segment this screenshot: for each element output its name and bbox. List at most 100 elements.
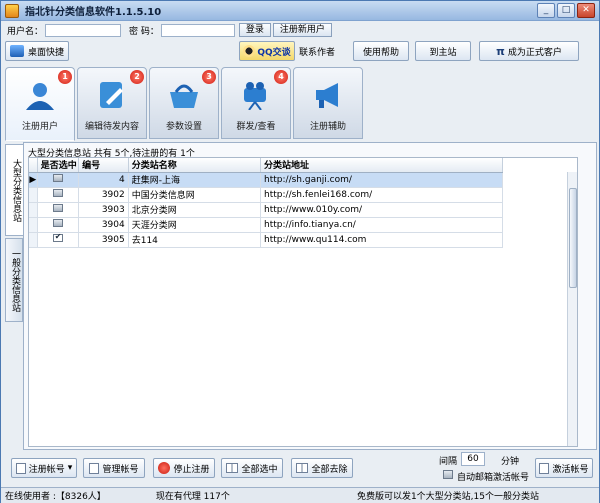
auto-activate-checkbox[interactable]	[443, 470, 453, 479]
stop-register-button[interactable]: 停止注册	[153, 458, 215, 478]
tab-large-sites[interactable]: 大型分类信息站	[5, 144, 23, 236]
login-row: 用户名： 密 码： 登录 注册新用户	[1, 22, 599, 38]
minimize-button[interactable]: _	[537, 3, 555, 18]
site-type-tabs: 大型分类信息站 一般分类信息站	[5, 142, 23, 322]
desktop-shortcut-button[interactable]: 桌面快捷	[5, 41, 69, 61]
pi-icon: π	[496, 44, 505, 58]
register-account-button[interactable]: 注册帐号 ▾	[11, 458, 77, 478]
interval-label: 间隔	[439, 457, 458, 467]
tab-badge: 4	[274, 70, 288, 84]
row-id: 3903	[78, 202, 129, 218]
password-input[interactable]	[160, 23, 235, 37]
row-marker	[29, 217, 38, 233]
row-site-url: http://www.qu114.com	[260, 232, 503, 248]
basket-icon	[170, 84, 198, 108]
tab-settings[interactable]: 3 参数设置	[149, 67, 219, 139]
close-button[interactable]: ✕	[577, 3, 595, 18]
tab-label: 注册辅助	[309, 122, 346, 132]
table-row[interactable]: 3902 中国分类信息网 http://sh.fenlei168.com/	[29, 187, 503, 203]
table-row[interactable]: 3904 天涯分类网 http://info.tianya.cn/	[29, 217, 503, 233]
app-window: 指北针分类信息软件1.1.5.10 _ □ ✕ 用户名： 密 码： 登录 注册新…	[0, 0, 600, 503]
row-site-name: 去114	[128, 232, 262, 248]
scrollbar-thumb[interactable]	[569, 188, 577, 288]
row-checkbox[interactable]	[37, 202, 80, 218]
row-checkbox[interactable]	[37, 172, 80, 188]
row-site-name: 北京分类网	[128, 202, 262, 218]
qq-chat-button[interactable]: QQ交谈	[239, 41, 295, 61]
remove-all-button[interactable]: 全部去除	[291, 458, 353, 478]
col-site-name[interactable]: 分类站名称	[128, 158, 262, 173]
desktop-icon	[9, 45, 24, 57]
tab-label: 注册用户	[21, 122, 58, 132]
row-header-corner	[29, 158, 38, 173]
row-id: 4	[78, 172, 129, 188]
tab-badge: 1	[58, 70, 72, 84]
toolbar: 桌面快捷 QQ交谈 联系作者 使用帮助 到主站 π 成为正式客户	[5, 40, 595, 62]
interval-unit: 分钟	[501, 457, 520, 467]
table-row[interactable]: ▶ 4 赶集网-上海 http://sh.ganji.com/	[29, 172, 503, 188]
document-icon	[15, 462, 26, 474]
goto-site-button[interactable]: 到主站	[415, 41, 471, 61]
row-id: 3902	[78, 187, 129, 203]
interval-spinner[interactable]: 60	[461, 452, 485, 466]
window-title: 指北针分类信息软件1.1.5.10	[25, 7, 162, 18]
title-bar: 指北针分类信息软件1.1.5.10 _ □ ✕	[1, 1, 599, 21]
select-all-button[interactable]: 全部选中	[221, 458, 283, 478]
row-site-url: http://sh.ganji.com/	[260, 172, 503, 188]
version-notice: 免费版可以发1个大型分类站,15个一般分类站	[356, 492, 539, 502]
tab-general-sites[interactable]: 一般分类信息站	[5, 238, 23, 322]
username-label: 用户名：	[7, 26, 44, 37]
tab-register-helper[interactable]: 注册辅助	[293, 67, 363, 139]
col-id[interactable]: 编号	[78, 158, 129, 173]
document-icon	[89, 462, 100, 474]
user-icon	[26, 83, 54, 110]
tab-label: 群发/查看	[236, 122, 276, 132]
qq-chat-label: QQ交谈	[257, 47, 291, 58]
action-bar: 注册帐号 ▾ 管理帐号 停止注册 全部选中 全部去除 间隔 60 分钟 自动邮箱…	[5, 450, 597, 486]
tab-broadcast[interactable]: 4 群发/查看	[221, 67, 291, 139]
col-selected[interactable]: 是否选中	[37, 158, 80, 173]
activate-account-button[interactable]: 激活帐号	[535, 458, 593, 478]
auto-activate-label: 自动邮箱激活帐号	[457, 473, 530, 483]
manage-accounts-label: 管理帐号	[102, 464, 139, 475]
col-site-url[interactable]: 分类站地址	[260, 158, 503, 173]
activate-account-label: 激活帐号	[552, 464, 589, 475]
interval-settings: 间隔 60 分钟 自动邮箱激活帐号	[439, 452, 539, 483]
desktop-shortcut-label: 桌面快捷	[27, 47, 64, 58]
row-checkbox[interactable]	[37, 187, 80, 203]
table-row[interactable]: 3903 北京分类网 http://www.010y.com/	[29, 202, 503, 218]
register-account-label: 注册帐号	[28, 464, 65, 475]
tab-label: 编辑待发内容	[84, 122, 139, 132]
table-row[interactable]: 3905 去114 http://www.qu114.com	[29, 232, 503, 248]
status-bar: 在线使用者 :【8326人】 现在有代理 117个 免费版可以发1个大型分类站,…	[1, 487, 599, 503]
row-checkbox[interactable]	[37, 217, 80, 233]
login-button[interactable]: 登录	[238, 23, 271, 37]
row-marker	[29, 232, 38, 248]
row-site-name: 天涯分类网	[128, 217, 262, 233]
qq-icon	[243, 45, 256, 57]
username-input[interactable]	[45, 23, 122, 37]
select-all-label: 全部选中	[241, 464, 278, 475]
row-site-url: http://www.010y.com/	[260, 202, 503, 218]
register-new-user-button[interactable]: 注册新用户	[272, 23, 332, 37]
grid-icon	[296, 463, 309, 473]
row-marker	[29, 187, 38, 203]
document-icon	[539, 462, 550, 474]
remove-all-label: 全部去除	[311, 464, 348, 475]
maximize-button[interactable]: □	[557, 3, 575, 18]
tab-register-user[interactable]: 1 注册用户	[5, 67, 75, 141]
manage-accounts-button[interactable]: 管理帐号	[83, 458, 145, 478]
become-customer-button[interactable]: π 成为正式客户	[479, 41, 579, 61]
edit-icon	[100, 82, 123, 108]
site-grid: 是否选中 编号 分类站名称 分类站地址 ▶ 4 赶集网-上海 http://sh…	[28, 157, 578, 447]
contact-author-link[interactable]: 联系作者	[299, 45, 335, 58]
agents-status: 现在有代理 117个	[155, 492, 230, 502]
help-button[interactable]: 使用帮助	[353, 41, 409, 61]
row-id: 3905	[78, 232, 129, 248]
tab-badge: 2	[130, 70, 144, 84]
tab-edit-content[interactable]: 2 编辑待发内容	[77, 67, 147, 139]
grid-scrollbar[interactable]	[567, 172, 577, 446]
row-checkbox[interactable]	[37, 232, 80, 248]
row-site-name: 中国分类信息网	[128, 187, 262, 203]
tab-badge: 3	[202, 70, 216, 84]
